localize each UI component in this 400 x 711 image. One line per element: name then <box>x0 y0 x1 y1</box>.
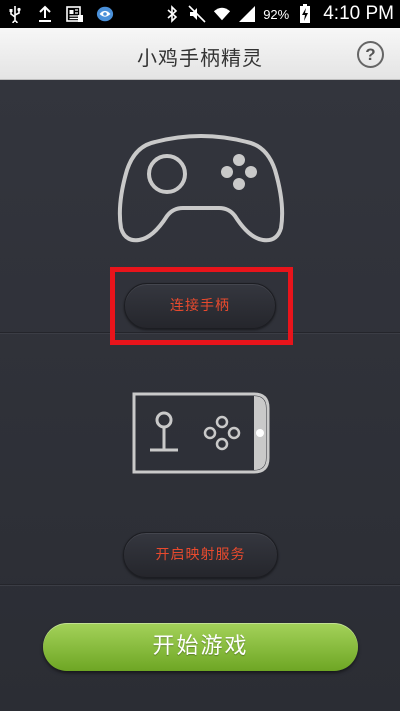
page-title: 小鸡手柄精灵 <box>137 46 263 70</box>
battery-percent: 92% <box>263 6 290 22</box>
signal-icon <box>238 5 256 23</box>
wifi-icon <box>213 5 231 23</box>
clock: 4:10 PM <box>323 3 394 24</box>
app-icon <box>96 5 114 23</box>
status-bar: 92% 4:10 PM <box>0 0 400 28</box>
usb-icon <box>6 5 24 23</box>
enable-mapping-button[interactable]: 开启映射服务 <box>123 532 278 578</box>
bluetooth-icon <box>163 5 181 23</box>
gamepad-icon <box>115 132 287 248</box>
section-divider <box>0 584 400 585</box>
upload-icon <box>36 5 54 23</box>
mute-icon <box>188 5 206 23</box>
help-button[interactable]: ? <box>357 41 384 68</box>
battery-icon <box>296 4 314 23</box>
start-game-button[interactable]: 开始游戏 <box>43 623 358 671</box>
title-bar: 小鸡手柄精灵 ? <box>0 28 400 80</box>
main-panel: 连接手柄 开启映射服务 开始游戏 <box>0 80 400 711</box>
highlight-box <box>110 267 293 345</box>
phone-gamepad-icon <box>130 390 272 480</box>
news-icon <box>66 5 84 23</box>
